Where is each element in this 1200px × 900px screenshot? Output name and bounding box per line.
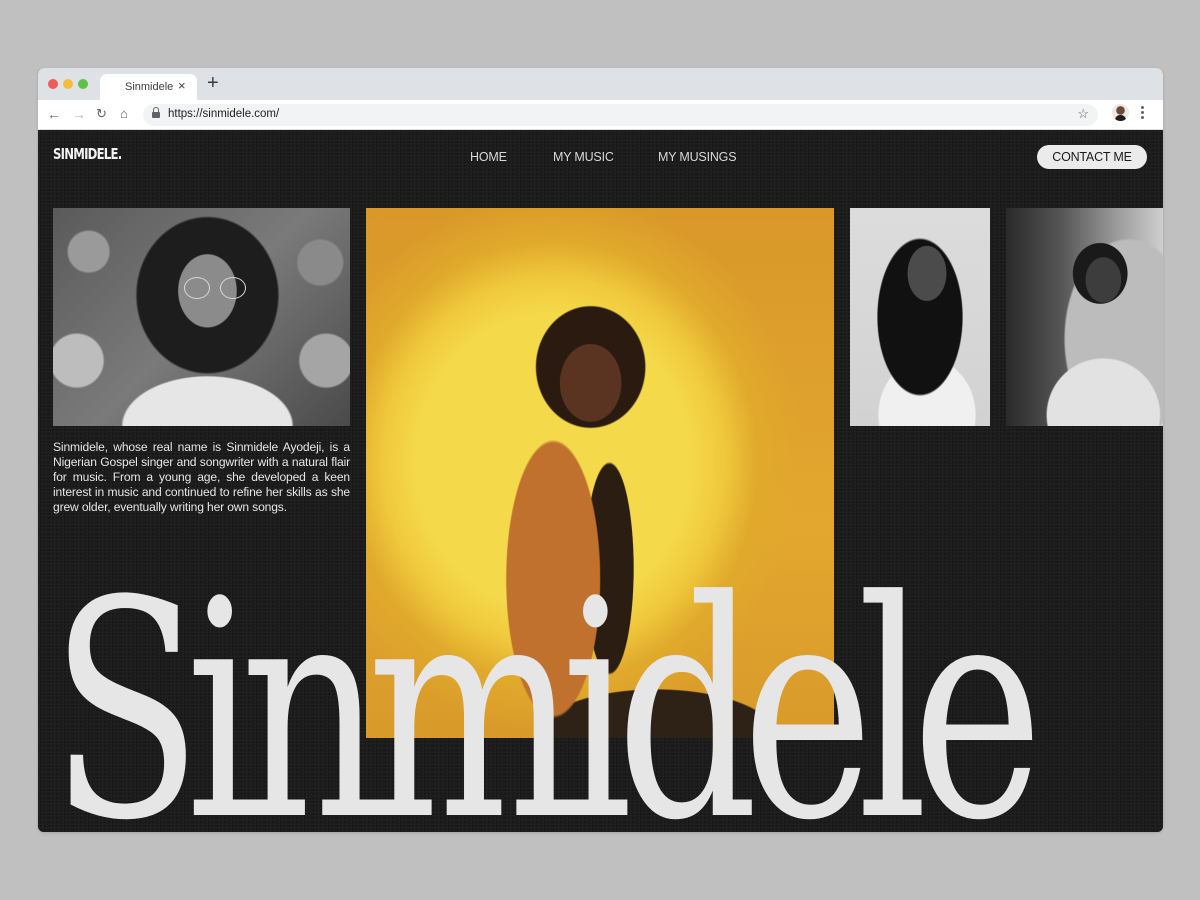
contact-me-button[interactable]: CONTACT ME	[1037, 145, 1147, 169]
nav-my-musings[interactable]: MY MUSINGS	[658, 150, 737, 164]
back-arrow-icon[interactable]: ←	[47, 106, 61, 122]
portrait-photo-glasses	[53, 208, 350, 426]
tab-strip: Sinmidele × +	[38, 68, 1163, 100]
more-menu-icon[interactable]	[1141, 106, 1145, 120]
nav-my-music[interactable]: MY MUSIC	[553, 150, 614, 164]
address-bar[interactable]: https://sinmidele.com/ ☆	[143, 104, 1098, 126]
browser-window: Sinmidele × + ← → ↻ ⌂ https://sinmidele.…	[38, 68, 1163, 832]
browser-tab[interactable]: Sinmidele ×	[100, 74, 197, 100]
profile-avatar[interactable]	[1112, 104, 1129, 121]
performance-photo-microphone	[1006, 208, 1163, 426]
close-icon[interactable]: ×	[178, 78, 186, 93]
browser-toolbar: ← → ↻ ⌂ https://sinmidele.com/ ☆	[38, 100, 1163, 130]
hero-title: Sinmidele	[50, 537, 1043, 833]
bookmark-star-icon[interactable]: ☆	[1077, 106, 1089, 122]
reload-icon[interactable]: ↻	[96, 106, 107, 122]
minimize-window-button[interactable]	[63, 79, 73, 89]
nav-home[interactable]: HOME	[470, 150, 507, 164]
close-window-button[interactable]	[48, 79, 58, 89]
portrait-photo-braids	[850, 208, 990, 426]
site-logo[interactable]: SINMIDELE.	[53, 145, 122, 163]
maximize-window-button[interactable]	[78, 79, 88, 89]
new-tab-button[interactable]: +	[207, 72, 219, 94]
tab-title: Sinmidele	[125, 81, 174, 93]
bio-paragraph: Sinmidele, whose real name is Sinmidele …	[53, 440, 350, 514]
home-icon[interactable]: ⌂	[120, 106, 128, 122]
url-text[interactable]: https://sinmidele.com/	[168, 108, 279, 120]
glasses-detail	[184, 277, 256, 301]
forward-arrow-icon[interactable]: →	[72, 106, 86, 122]
page-content: SINMIDELE. HOME MY MUSIC MY MUSINGS CONT…	[38, 130, 1163, 832]
lock-icon[interactable]	[152, 107, 160, 119]
